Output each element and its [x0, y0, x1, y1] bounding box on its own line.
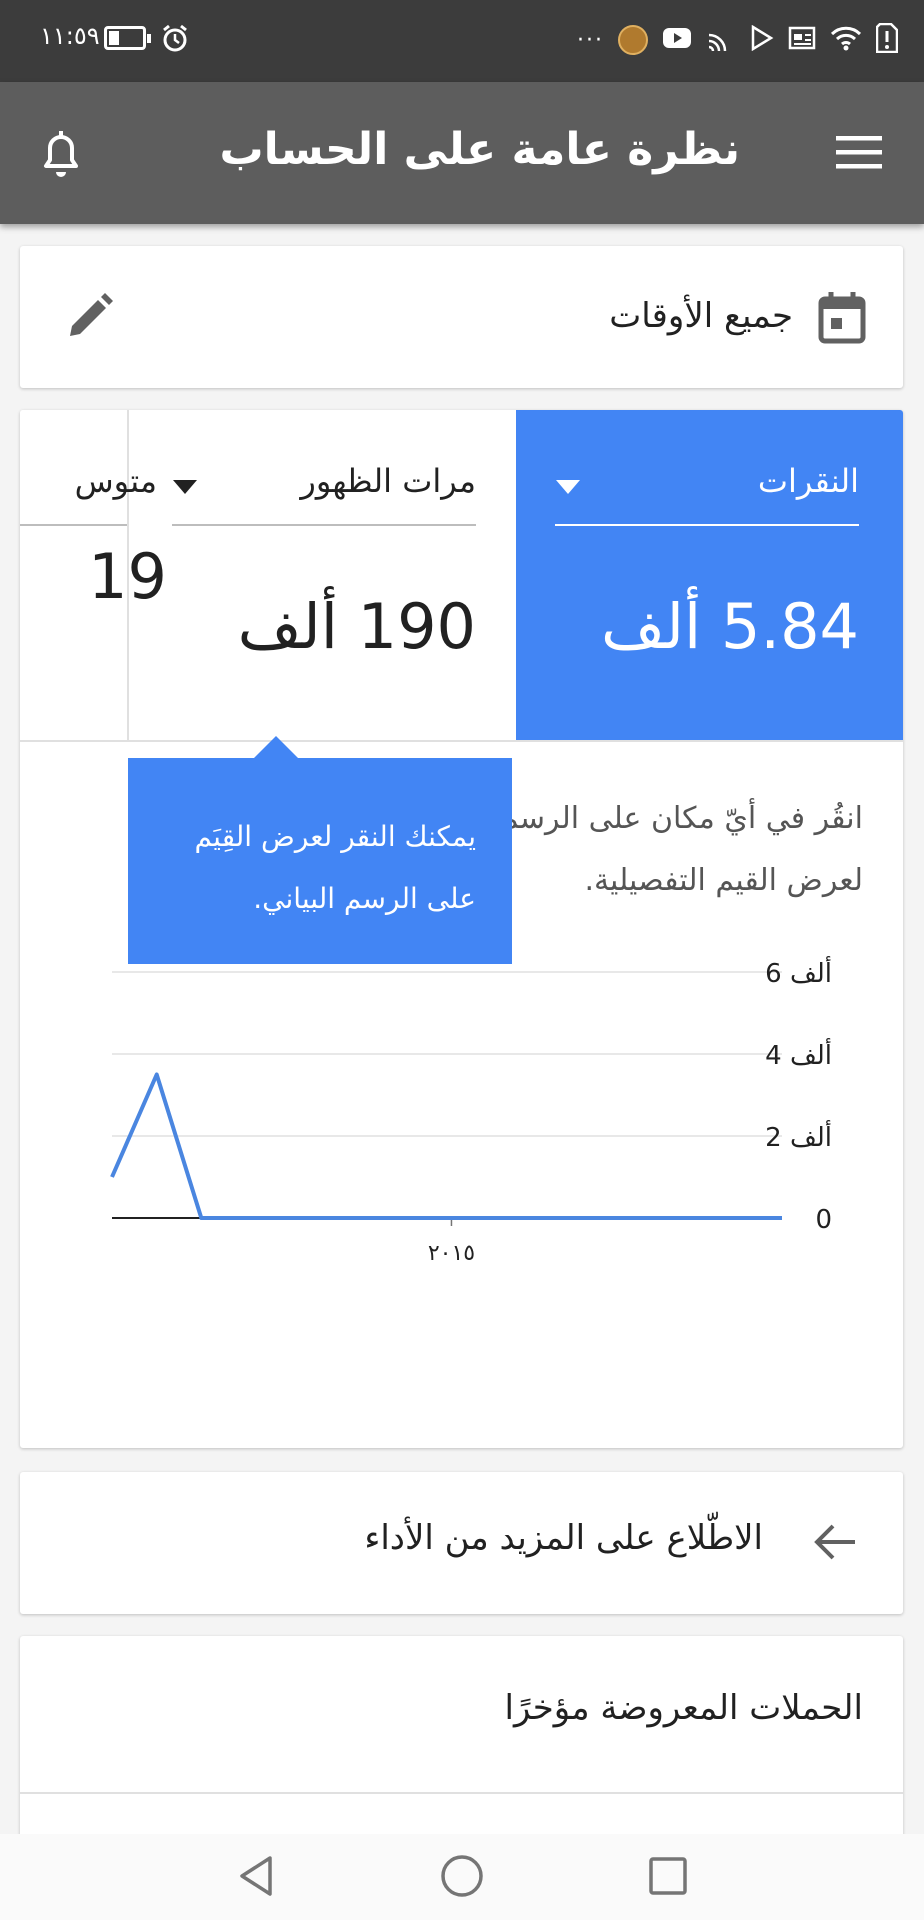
metric-clicks-value: 5.84 ألف	[600, 590, 859, 663]
news-icon	[788, 26, 816, 54]
metric-impressions-value: 190 ألف	[237, 590, 476, 663]
y-tick-label: 4 ألف	[765, 1037, 832, 1071]
recent-campaigns-title: الحملات المعروضة مؤخرًا	[504, 1688, 863, 1728]
youtube-icon	[662, 27, 692, 53]
x-tick-label: ٢٠١٥	[428, 1241, 475, 1266]
status-bar: ١١:٥٩ ···	[0, 0, 924, 82]
home-icon[interactable]	[440, 1854, 484, 1902]
more-performance-label: الاطّلاع على المزيد من الأداء	[364, 1518, 763, 1558]
y-tick-label: 2 ألف	[765, 1119, 832, 1153]
calendar-icon	[817, 290, 867, 348]
app-bar: نظرة عامة على الحساب	[0, 82, 924, 224]
wifi-icon	[830, 25, 862, 55]
divider	[20, 740, 903, 742]
cast-icon	[706, 25, 736, 55]
metric-clicks[interactable]: النقرات 5.84 ألف	[516, 410, 903, 740]
play-store-icon	[750, 24, 774, 55]
metric-average[interactable]: متوس 19	[20, 410, 167, 740]
chevron-down-icon[interactable]	[173, 480, 197, 494]
metric-clicks-label: النقرات	[757, 462, 859, 500]
y-tick-label: 0	[815, 1205, 832, 1235]
metric-selector-underline	[20, 524, 127, 526]
alert-icon	[875, 22, 899, 57]
performance-chart[interactable]: 0 2 ألف 4 ألف 6 ألف ٢٠١٥	[20, 950, 903, 1370]
edit-icon[interactable]	[64, 292, 114, 346]
metric-impressions[interactable]: مرات الظهور 190 ألف	[129, 410, 516, 740]
recents-icon[interactable]	[648, 1854, 688, 1902]
date-range-card[interactable]: جميع الأوقات	[20, 246, 903, 388]
performance-card: النقرات 5.84 ألف مرات الظهور 190 ألف متو…	[20, 410, 903, 1448]
metric-impressions-label: مرات الظهور	[300, 462, 476, 500]
system-nav-bar	[0, 1834, 924, 1920]
chart-series-line	[110, 1072, 782, 1220]
metric-average-value: 19	[88, 540, 167, 613]
chart-tooltip[interactable]: يمكنك النقر لعرض القِيَم على الرسم البيا…	[128, 736, 512, 964]
date-range-label: جميع الأوقات	[609, 296, 793, 336]
chevron-down-icon[interactable]	[556, 480, 580, 494]
more-performance-link[interactable]: الاطّلاع على المزيد من الأداء	[20, 1472, 903, 1614]
menu-icon[interactable]	[834, 132, 884, 172]
status-time: ١١:٥٩	[40, 22, 100, 50]
battery-icon	[104, 26, 151, 50]
metric-selector-underline	[555, 524, 859, 526]
alarm-icon	[160, 24, 190, 58]
page-title: نظرة عامة على الحساب	[219, 124, 740, 175]
back-icon[interactable]	[236, 1854, 276, 1902]
y-tick-label: 6 ألف	[765, 955, 832, 989]
arrow-left-icon	[813, 1522, 857, 1566]
bell-icon[interactable]	[36, 126, 86, 180]
app-notification-icon	[618, 25, 648, 55]
metric-average-label: متوس	[74, 462, 157, 500]
divider	[20, 1792, 903, 1794]
more-notifications-icon: ···	[577, 27, 604, 53]
metric-selector-underline	[172, 524, 476, 526]
